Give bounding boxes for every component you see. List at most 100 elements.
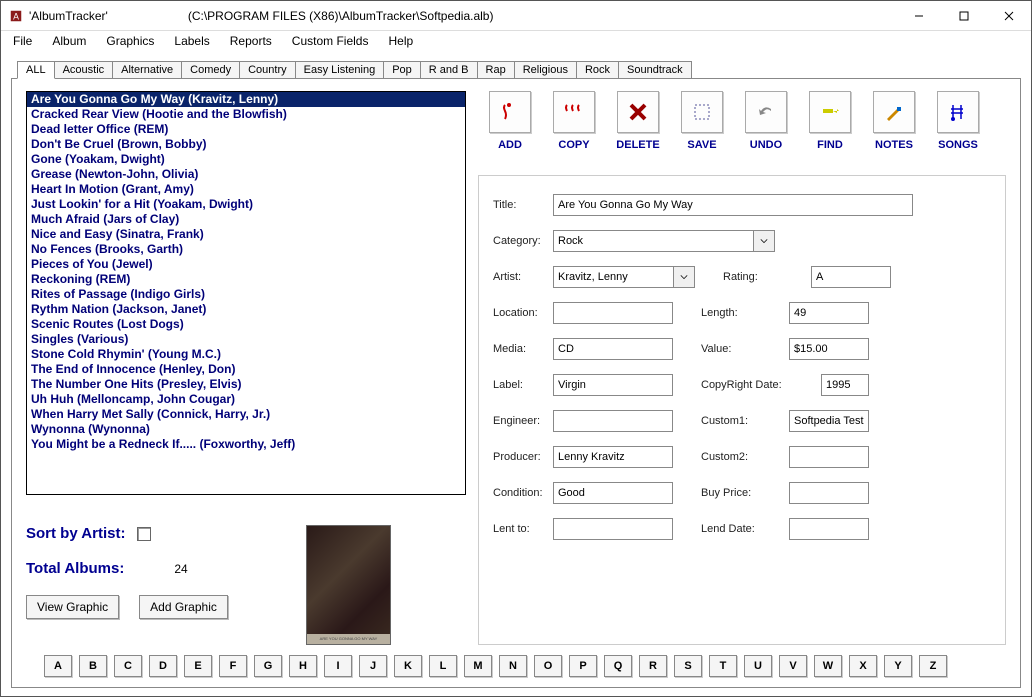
alpha-n-button[interactable]: N (499, 655, 527, 677)
alpha-p-button[interactable]: P (569, 655, 597, 677)
list-item[interactable]: The End of Innocence (Henley, Don) (27, 362, 465, 377)
tab-acoustic[interactable]: Acoustic (54, 61, 114, 78)
list-item[interactable]: Rites of Passage (Indigo Girls) (27, 287, 465, 302)
tab-rock[interactable]: Rock (576, 61, 619, 78)
alpha-m-button[interactable]: M (464, 655, 492, 677)
length-field[interactable] (789, 302, 869, 324)
tab-alternative[interactable]: Alternative (112, 61, 182, 78)
alpha-h-button[interactable]: H (289, 655, 317, 677)
sort-by-artist-checkbox[interactable] (137, 527, 151, 541)
notes-button[interactable]: NOTES (868, 91, 920, 151)
tab-rap[interactable]: Rap (477, 61, 515, 78)
alpha-j-button[interactable]: J (359, 655, 387, 677)
menu-help[interactable]: Help (380, 32, 421, 50)
title-field[interactable] (553, 194, 913, 216)
label-field[interactable] (553, 374, 673, 396)
list-item[interactable]: Scenic Routes (Lost Dogs) (27, 317, 465, 332)
alpha-z-button[interactable]: Z (919, 655, 947, 677)
alpha-v-button[interactable]: V (779, 655, 807, 677)
list-item[interactable]: You Might be a Redneck If..... (Foxworth… (27, 437, 465, 452)
list-item[interactable]: Heart In Motion (Grant, Amy) (27, 182, 465, 197)
tab-comedy[interactable]: Comedy (181, 61, 240, 78)
tab-soundtrack[interactable]: Soundtrack (618, 61, 692, 78)
alpha-k-button[interactable]: K (394, 655, 422, 677)
condition-field[interactable] (553, 482, 673, 504)
producer-field[interactable] (553, 446, 673, 468)
menu-graphics[interactable]: Graphics (98, 32, 162, 50)
lenddate-field[interactable] (789, 518, 869, 540)
undo-button[interactable]: UNDO (740, 91, 792, 151)
close-button[interactable] (986, 1, 1031, 30)
alpha-x-button[interactable]: X (849, 655, 877, 677)
list-item[interactable]: Dead letter Office (REM) (27, 122, 465, 137)
value-field[interactable] (789, 338, 869, 360)
list-item[interactable]: No Fences (Brooks, Garth) (27, 242, 465, 257)
add-button[interactable]: ADD (484, 91, 536, 151)
alpha-o-button[interactable]: O (534, 655, 562, 677)
media-field[interactable] (553, 338, 673, 360)
alpha-s-button[interactable]: S (674, 655, 702, 677)
find-button[interactable]: FIND (804, 91, 856, 151)
alpha-i-button[interactable]: I (324, 655, 352, 677)
list-item[interactable]: Wynonna (Wynonna) (27, 422, 465, 437)
menu-file[interactable]: File (5, 32, 40, 50)
location-field[interactable] (553, 302, 673, 324)
tab-pop[interactable]: Pop (383, 61, 421, 78)
alpha-q-button[interactable]: Q (604, 655, 632, 677)
alpha-u-button[interactable]: U (744, 655, 772, 677)
tab-country[interactable]: Country (239, 61, 296, 78)
view-graphic-button[interactable]: View Graphic (26, 595, 119, 619)
songs-button[interactable]: SONGS (932, 91, 984, 151)
category-combo[interactable] (553, 230, 775, 252)
copy-button[interactable]: COPY (548, 91, 600, 151)
menu-custom-fields[interactable]: Custom Fields (284, 32, 377, 50)
artist-combo[interactable] (553, 266, 695, 288)
list-item[interactable]: Reckoning (REM) (27, 272, 465, 287)
list-item[interactable]: Don't Be Cruel (Brown, Bobby) (27, 137, 465, 152)
list-item[interactable]: Pieces of You (Jewel) (27, 257, 465, 272)
alpha-f-button[interactable]: F (219, 655, 247, 677)
tab-all[interactable]: ALL (17, 61, 55, 79)
rating-field[interactable] (811, 266, 891, 288)
alpha-y-button[interactable]: Y (884, 655, 912, 677)
copyright-field[interactable] (821, 374, 869, 396)
tab-religious[interactable]: Religious (514, 61, 577, 78)
alpha-g-button[interactable]: G (254, 655, 282, 677)
album-list[interactable]: Are You Gonna Go My Way (Kravitz, Lenny)… (26, 91, 466, 495)
alpha-w-button[interactable]: W (814, 655, 842, 677)
tab-r-and-b[interactable]: R and B (420, 61, 478, 78)
artist-dropdown-button[interactable] (673, 266, 695, 288)
list-item[interactable]: Singles (Various) (27, 332, 465, 347)
alpha-b-button[interactable]: B (79, 655, 107, 677)
artist-field[interactable] (553, 266, 673, 288)
engineer-field[interactable] (553, 410, 673, 432)
delete-button[interactable]: DELETE (612, 91, 664, 151)
category-dropdown-button[interactable] (753, 230, 775, 252)
alpha-e-button[interactable]: E (184, 655, 212, 677)
alpha-l-button[interactable]: L (429, 655, 457, 677)
lentto-field[interactable] (553, 518, 673, 540)
menu-reports[interactable]: Reports (222, 32, 280, 50)
list-item[interactable]: Stone Cold Rhymin' (Young M.C.) (27, 347, 465, 362)
save-button[interactable]: SAVE (676, 91, 728, 151)
list-item[interactable]: Just Lookin' for a Hit (Yoakam, Dwight) (27, 197, 465, 212)
maximize-button[interactable] (941, 1, 986, 30)
list-item[interactable]: Gone (Yoakam, Dwight) (27, 152, 465, 167)
minimize-button[interactable] (896, 1, 941, 30)
list-item[interactable]: The Number One Hits (Presley, Elvis) (27, 377, 465, 392)
alpha-d-button[interactable]: D (149, 655, 177, 677)
list-item[interactable]: When Harry Met Sally (Connick, Harry, Jr… (27, 407, 465, 422)
category-field[interactable] (553, 230, 753, 252)
list-item[interactable]: Much Afraid (Jars of Clay) (27, 212, 465, 227)
custom1-field[interactable] (789, 410, 869, 432)
add-graphic-button[interactable]: Add Graphic (139, 595, 228, 619)
list-item[interactable]: Grease (Newton-John, Olivia) (27, 167, 465, 182)
list-item[interactable]: Cracked Rear View (Hootie and the Blowfi… (27, 107, 465, 122)
buyprice-field[interactable] (789, 482, 869, 504)
alpha-t-button[interactable]: T (709, 655, 737, 677)
list-item[interactable]: Nice and Easy (Sinatra, Frank) (27, 227, 465, 242)
tab-easy-listening[interactable]: Easy Listening (295, 61, 385, 78)
custom2-field[interactable] (789, 446, 869, 468)
list-item[interactable]: Rythm Nation (Jackson, Janet) (27, 302, 465, 317)
alpha-r-button[interactable]: R (639, 655, 667, 677)
